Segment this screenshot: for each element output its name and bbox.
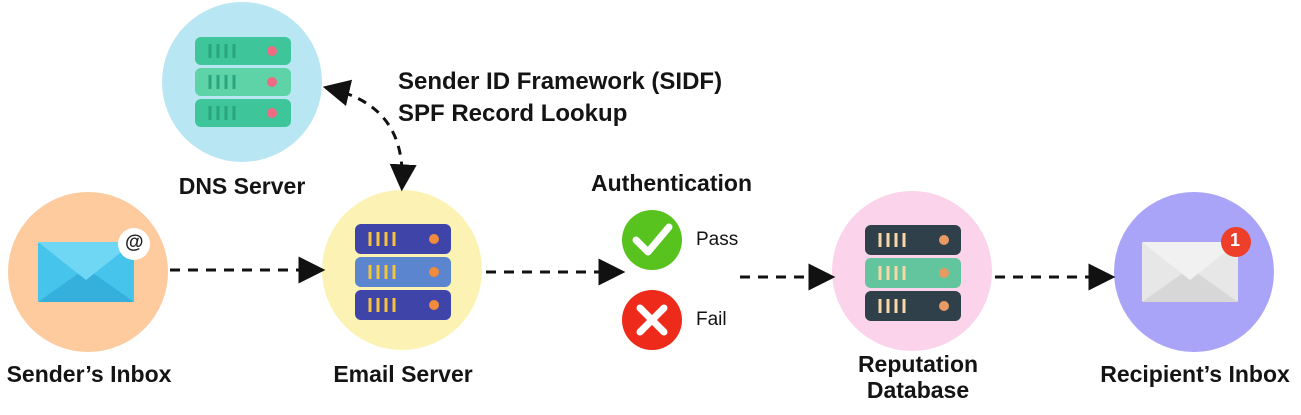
email-envelope-icon xyxy=(1142,242,1238,302)
reputation-database-label: Reputation Database xyxy=(858,351,978,403)
fail-indicator xyxy=(622,290,682,350)
reputation-label-line1: Reputation xyxy=(857,351,979,377)
email-server-label: Email Server xyxy=(333,361,473,387)
server-icon xyxy=(195,37,291,127)
fail-label: Fail xyxy=(696,309,727,330)
at-symbol: @ xyxy=(125,232,144,253)
dns-server-node xyxy=(162,2,322,162)
email-authentication-diagram xyxy=(8,2,1274,352)
database-icon xyxy=(865,225,961,321)
reputation-database-node xyxy=(832,191,992,351)
email-envelope-icon xyxy=(38,242,134,302)
spf-annotation-line2: SPF Record Lookup xyxy=(398,100,628,127)
sender-inbox-node xyxy=(8,192,168,352)
pass-indicator xyxy=(622,210,682,270)
recipient-inbox-label: Recipient’s Inbox xyxy=(1100,361,1290,387)
authentication-title: Authentication xyxy=(591,170,752,196)
email-server-node xyxy=(322,190,482,350)
notification-count: 1 xyxy=(1230,230,1241,250)
sidf-annotation-line1: Sender ID Framework (SIDF) xyxy=(398,68,723,95)
sender-inbox-label: Sender’s Inbox xyxy=(6,361,172,387)
reputation-label-line2: Database xyxy=(866,377,970,403)
pass-label: Pass xyxy=(696,229,739,250)
server-icon xyxy=(355,224,451,320)
dns-server-label: DNS Server xyxy=(178,173,306,199)
arrow-dns-email-bidirectional xyxy=(322,79,417,192)
recipient-inbox-node xyxy=(1114,192,1274,352)
